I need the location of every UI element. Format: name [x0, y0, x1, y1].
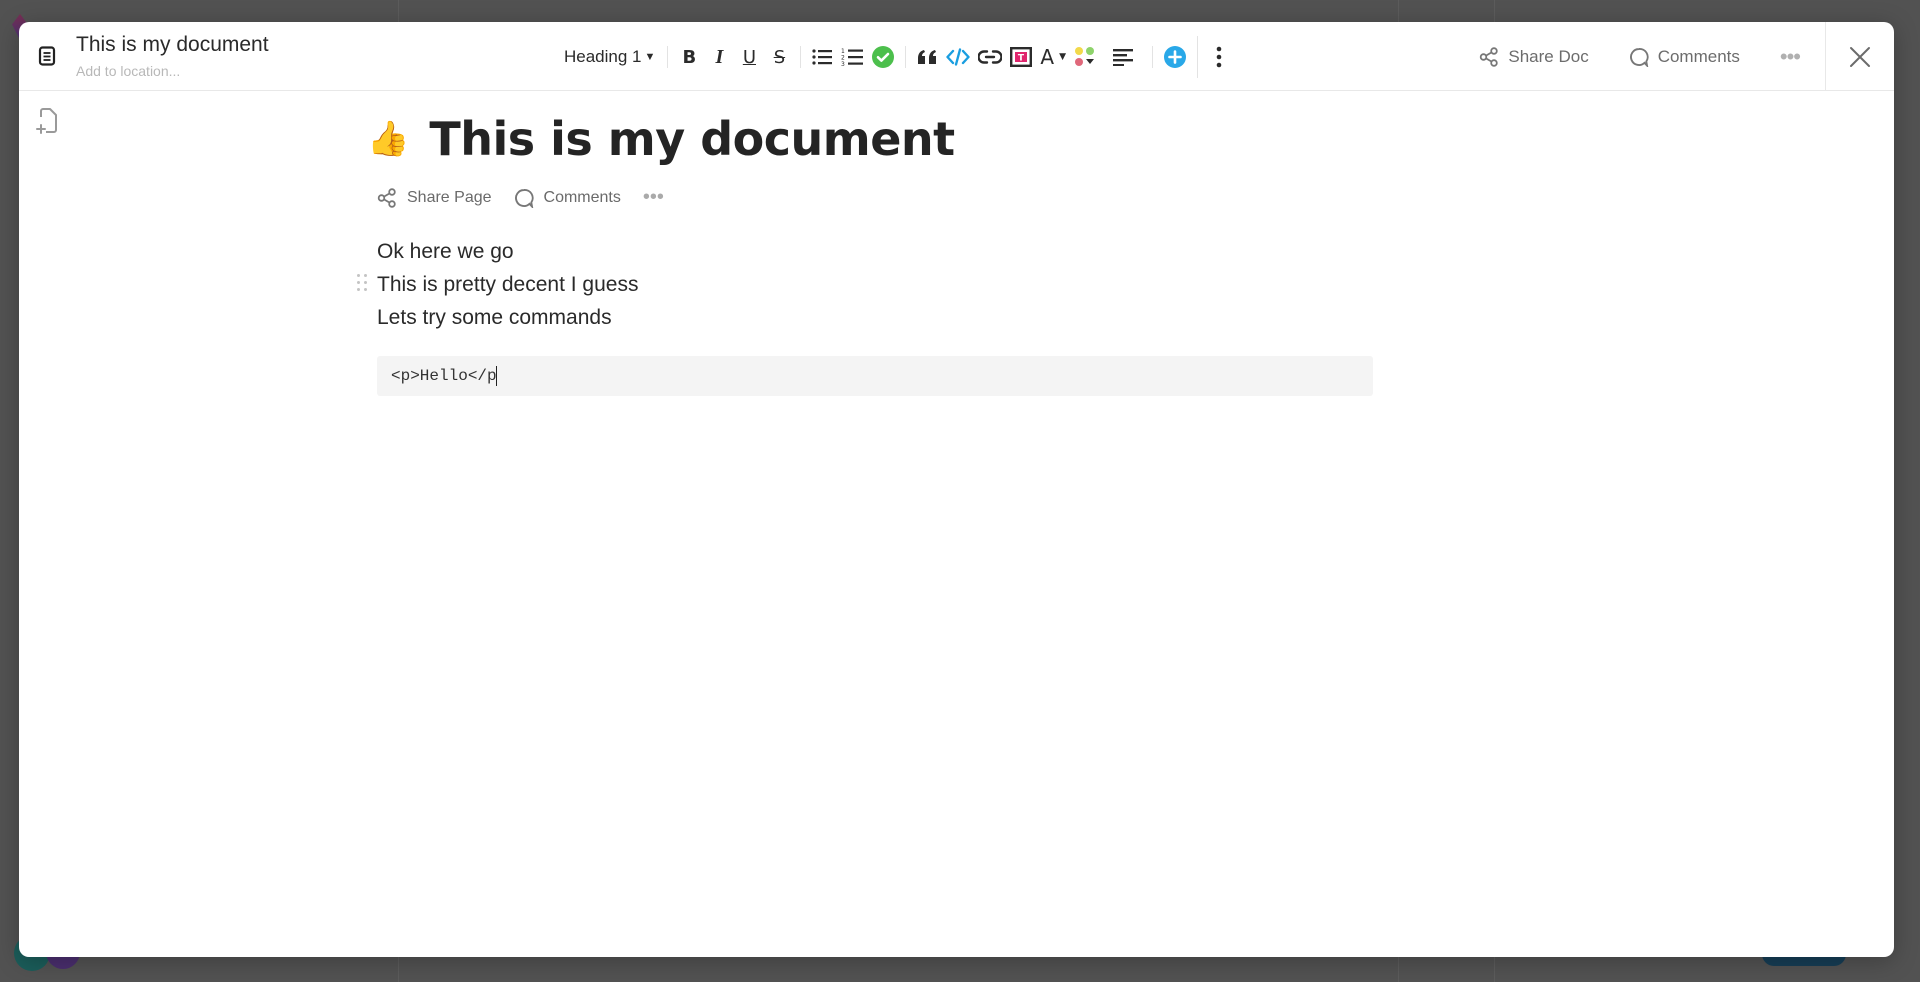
share-icon [1480, 46, 1499, 67]
vertical-dots-icon [1216, 46, 1222, 68]
strikethrough-button[interactable]: S [764, 42, 794, 72]
text-badge-button[interactable]: T [1006, 42, 1036, 72]
underline-button[interactable]: U [734, 42, 764, 72]
code-block-button[interactable] [942, 42, 974, 72]
page-title[interactable]: This is my document [429, 112, 955, 166]
paragraph[interactable]: Lets try some commands [377, 301, 1359, 334]
page-comments-button[interactable]: Comments [514, 188, 621, 208]
block-type-dropdown[interactable]: Heading 1 ▼ [560, 42, 661, 72]
share-icon [377, 187, 396, 208]
add-to-location-link[interactable]: Add to location... [76, 63, 180, 79]
caret-down-icon: ▼ [1059, 52, 1067, 62]
paragraph[interactable]: Ok here we go [377, 235, 1359, 268]
toolbar-separator [1197, 36, 1199, 78]
bold-button[interactable]: B [674, 42, 704, 72]
text-badge-icon: T [1010, 47, 1033, 67]
link-icon [978, 50, 1003, 64]
caret-down-icon: ▼ [644, 51, 656, 63]
numbered-list-icon: 1 2 3 [841, 48, 864, 67]
page-more-icon[interactable]: ••• [643, 186, 664, 209]
comments-button[interactable]: Comments [1629, 47, 1740, 67]
text-cursor [495, 366, 497, 386]
bulleted-list-icon [812, 49, 833, 65]
plus-circle-icon [1164, 46, 1187, 68]
svg-text:3: 3 [841, 61, 845, 67]
drag-handle-icon[interactable] [357, 273, 369, 293]
link-button[interactable] [974, 42, 1006, 72]
share-doc-label: Share Doc [1508, 46, 1589, 66]
doc-header: This is my document Add to location... H… [19, 22, 1894, 91]
text-blocks: Ok here we go This is pretty decent I gu… [357, 235, 1359, 334]
block-type-label: Heading 1 [564, 47, 642, 66]
code-icon [946, 48, 971, 66]
doc-title[interactable]: This is my document [76, 33, 269, 57]
share-page-button[interactable]: Share Page [377, 187, 492, 208]
text-color-dropdown[interactable]: A ▼ [1036, 42, 1070, 72]
paragraph[interactable]: This is pretty decent I guess [377, 268, 1359, 301]
align-button[interactable] [1108, 42, 1138, 72]
formatting-toolbar: Heading 1 ▼ B I U S 1 2 3 T A ▼ [560, 36, 1234, 78]
toolbar-separator [1152, 46, 1154, 68]
toolbar-separator [667, 46, 669, 68]
close-icon [1850, 46, 1870, 67]
comment-icon [514, 188, 534, 208]
page-title-row: 👍 This is my document [359, 112, 1359, 166]
check-circle-icon [872, 46, 895, 68]
bulleted-list-button[interactable] [807, 42, 837, 72]
comment-icon [1629, 47, 1649, 67]
share-page-label: Share Page [407, 188, 492, 206]
color-palette-icon [1075, 47, 1095, 66]
quote-icon [918, 50, 937, 64]
insert-block-button[interactable] [1159, 42, 1191, 72]
quote-button[interactable] [912, 42, 942, 72]
more-options-button[interactable] [1204, 42, 1234, 72]
share-doc-button[interactable]: Share Doc [1479, 46, 1589, 67]
toolbar-separator [800, 46, 802, 68]
document-icon [38, 46, 56, 66]
code-text: <p>Hello</p [391, 367, 497, 385]
highlight-color-dropdown[interactable] [1070, 42, 1102, 72]
more-actions-icon[interactable]: ••• [1780, 44, 1801, 70]
numbered-list-button[interactable]: 1 2 3 [837, 42, 867, 72]
page-comments-label: Comments [543, 188, 621, 206]
italic-button[interactable]: I [704, 42, 734, 72]
page-emoji-icon[interactable]: 👍 [367, 119, 409, 159]
page-actions: Share Page Comments ••• [377, 186, 1359, 209]
comments-label: Comments [1657, 46, 1740, 66]
close-button[interactable] [1825, 22, 1894, 91]
add-page-icon[interactable] [35, 107, 61, 135]
toolbar-separator [905, 46, 907, 68]
align-left-icon [1113, 49, 1134, 66]
code-block[interactable]: <p>Hello</p [377, 356, 1373, 396]
document-body: 👍 This is my document Share Page Comment… [357, 112, 1373, 396]
checklist-button[interactable] [867, 42, 899, 72]
svg-text:T: T [1018, 54, 1025, 64]
text-color-icon: A [1040, 45, 1055, 69]
header-actions: Share Doc Comments ••• [1479, 22, 1894, 91]
document-modal: This is my document Add to location... H… [19, 22, 1894, 957]
